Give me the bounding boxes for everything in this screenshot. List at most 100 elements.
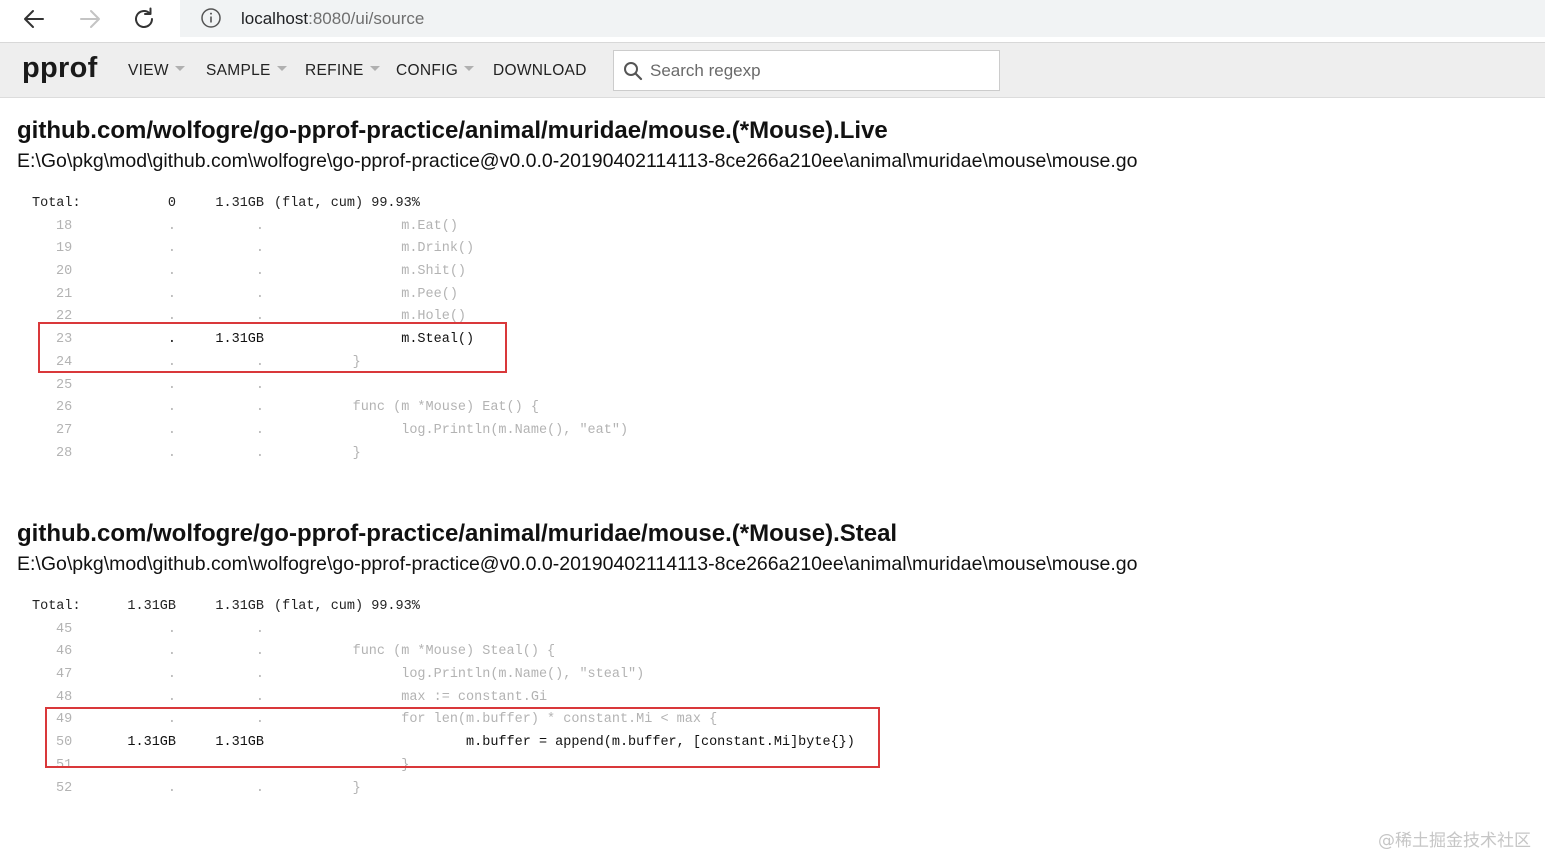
cum-value: . [255, 757, 264, 773]
total-note: (flat, cum) 99.93% [274, 599, 420, 614]
reload-icon[interactable] [129, 5, 161, 33]
line-number: 24 [56, 354, 73, 370]
source-line: 52.. } [0, 781, 361, 804]
cum-value: . [255, 218, 264, 234]
source-listing: Total: 1.31GB 1.31GB (flat, cum) 99.93% … [0, 599, 855, 804]
menu-refine-label: REFINE [305, 62, 364, 79]
source-line: 26.. func (m *Mouse) Eat() { [0, 400, 539, 423]
line-number: 23 [56, 332, 73, 348]
flat-value: . [167, 445, 176, 461]
flat-value: . [167, 286, 176, 302]
flat-value: . [167, 400, 176, 416]
line-number: 20 [56, 264, 73, 280]
cum-value: . [255, 309, 264, 325]
menu-refine[interactable]: REFINE [305, 62, 380, 82]
line-number: 19 [56, 241, 73, 257]
source-code: m.Steal() [304, 332, 475, 348]
cum-value: . [255, 621, 264, 637]
total-note: (flat, cum) 99.93% [274, 196, 420, 211]
flat-value: 1.31GB [127, 735, 176, 751]
flat-value: . [167, 241, 176, 257]
menu-download[interactable]: DOWNLOAD [493, 62, 587, 82]
line-number: 25 [56, 377, 73, 393]
search-box [613, 50, 1000, 91]
function-title: github.com/wolfogre/go-pprof-practice/an… [17, 117, 888, 144]
caret-down-icon [369, 66, 380, 71]
search-input[interactable] [650, 57, 990, 85]
back-arrow-icon[interactable] [18, 5, 50, 33]
cum-value: 1.31GB [215, 599, 264, 614]
source-code: func (m *Mouse) Eat() { [304, 400, 539, 416]
source-line: 25.. [0, 378, 264, 401]
source-line: 22.. m.Hole() [0, 309, 466, 332]
menu-config[interactable]: CONFIG [396, 62, 475, 82]
cum-value: 1.31GB [215, 196, 264, 211]
file-path: E:\Go\pkg\mod\github.com\wolfogre\go-ppr… [17, 150, 1138, 172]
cum-value: . [255, 241, 264, 257]
hot-source-line: 23. 1.31GB m.Steal() [0, 332, 474, 355]
cum-value: . [255, 667, 264, 683]
source-line: 20.. m.Shit() [0, 264, 466, 287]
source-line: 28.. } [0, 446, 361, 469]
line-number: 18 [56, 218, 73, 234]
flat-value: . [167, 757, 176, 773]
flat-value: . [167, 644, 176, 660]
source-line: 24.. } [0, 355, 361, 378]
source-code: m.Drink() [304, 241, 475, 257]
flat-value: . [167, 264, 176, 280]
line-number: 51 [56, 757, 73, 773]
flat-value: 1.31GB [127, 599, 176, 614]
source-line: 19.. m.Drink() [0, 241, 474, 264]
line-number: 28 [56, 445, 73, 461]
menu-view-label: VIEW [128, 62, 169, 79]
menu-sample[interactable]: SAMPLE [206, 62, 287, 82]
flat-value: . [167, 218, 176, 234]
source-line: 46.. func (m *Mouse) Steal() { [0, 644, 555, 667]
source-code: log.Println(m.Name(), "steal") [304, 667, 645, 683]
flat-value: . [167, 712, 176, 728]
source-line: 27.. log.Println(m.Name(), "eat") [0, 423, 628, 446]
source-line: 48.. max := constant.Gi [0, 690, 547, 713]
cum-value: . [255, 445, 264, 461]
cum-value: . [255, 644, 264, 660]
source-code: m.Hole() [304, 309, 467, 325]
source-line: 47.. log.Println(m.Name(), "steal") [0, 667, 644, 690]
source-code: } [304, 445, 361, 461]
cum-value: . [255, 264, 264, 280]
address-bar[interactable]: localhost:8080/ui/source [180, 0, 1545, 37]
url-path: :8080/ui/source [308, 9, 425, 28]
line-number: 50 [56, 735, 73, 751]
source-code: m.Shit() [304, 264, 467, 280]
url-text[interactable]: localhost:8080/ui/source [241, 9, 424, 29]
cum-value: . [255, 689, 264, 705]
source-code: } [304, 757, 410, 773]
source-code: m.buffer = append(m.buffer, [constant.Mi… [304, 735, 855, 751]
flat-value: . [167, 621, 176, 637]
pprof-logo[interactable]: pprof [22, 52, 98, 85]
flat-value: . [167, 309, 176, 325]
flat-value: . [167, 667, 176, 683]
line-number: 45 [56, 621, 73, 637]
info-icon[interactable] [200, 7, 222, 29]
source-listing: Total: 0 1.31GB (flat, cum) 99.93% 18.. … [0, 196, 628, 469]
flat-value: . [167, 354, 176, 370]
flat-value: 0 [167, 196, 176, 211]
line-number: 47 [56, 667, 73, 683]
source-line: 45.. [0, 622, 264, 645]
menu-view[interactable]: VIEW [128, 62, 185, 82]
line-number: 52 [56, 780, 73, 796]
cum-value: 1.31GB [215, 735, 264, 751]
total-label: Total: [32, 196, 81, 211]
flat-value: . [167, 377, 176, 393]
line-number: 46 [56, 644, 73, 660]
cum-value: . [255, 400, 264, 416]
forward-arrow-icon[interactable] [74, 5, 106, 33]
browser-toolbar: localhost:8080/ui/source [0, 0, 1545, 43]
flat-value: . [167, 332, 176, 348]
caret-down-icon [464, 66, 475, 71]
line-number: 22 [56, 309, 73, 325]
source-line: 18.. m.Eat() [0, 219, 458, 242]
source-code: log.Println(m.Name(), "eat") [304, 422, 629, 438]
search-icon [623, 61, 643, 81]
url-host: localhost [241, 9, 309, 28]
